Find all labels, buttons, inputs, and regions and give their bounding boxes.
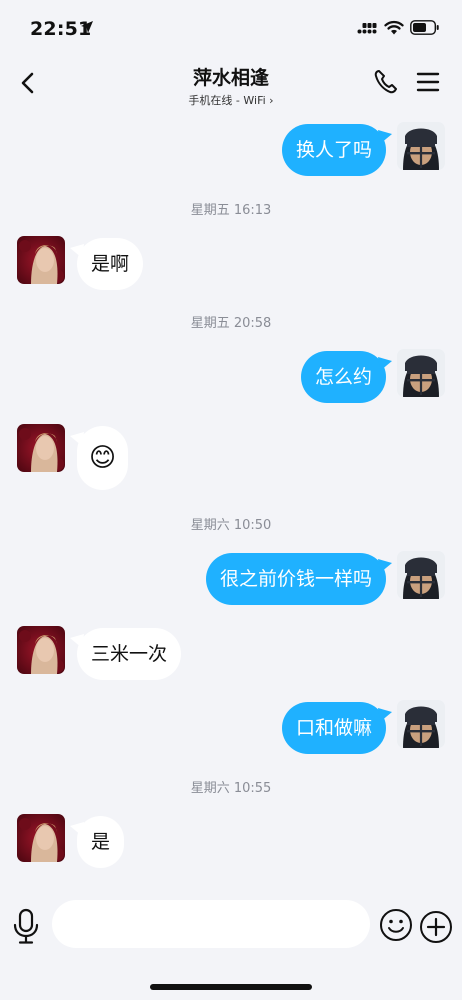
message-bubble-sent[interactable]: 口和做嘛 <box>281 702 386 754</box>
message-row: 怎么约 <box>0 347 462 405</box>
bubble-tail <box>378 130 392 144</box>
contact-avatar[interactable] <box>17 814 65 862</box>
message-bubble-received[interactable]: 是啊 <box>77 238 144 290</box>
timestamp: 星期六 10:55 <box>190 781 272 796</box>
contact-avatar[interactable] <box>17 236 65 284</box>
message-row: 换人了吗 <box>0 120 462 178</box>
timestamp: 星期五 16:13 <box>190 203 272 218</box>
message-bubble-sent[interactable]: 很之前价钱一样吗 <box>205 553 386 605</box>
message-row: 口和做嘛 <box>0 698 462 756</box>
message-bubble-sent[interactable]: 怎么约 <box>300 351 386 403</box>
message-row: 😊 <box>0 422 462 492</box>
my-avatar[interactable] <box>397 122 445 170</box>
my-avatar[interactable] <box>397 551 445 599</box>
wifi-icon <box>384 20 404 35</box>
bubble-tail <box>378 708 392 722</box>
signal-icon <box>357 23 377 34</box>
timestamp: 星期六 10:50 <box>190 518 272 533</box>
menu-icon[interactable] <box>414 68 442 96</box>
timestamp: 星期五 20:58 <box>190 316 272 331</box>
message-bubble-received[interactable]: 三米一次 <box>77 628 182 680</box>
home-indicator[interactable] <box>150 984 312 990</box>
status-bar: 22:51 <box>0 0 462 58</box>
contact-avatar[interactable] <box>17 626 65 674</box>
message-row: 很之前价钱一样吗 <box>0 549 462 607</box>
emoji-icon[interactable] <box>379 908 413 942</box>
bubble-tail <box>378 357 392 371</box>
conversation-header: 萍水相逢 手机在线 - WiFi › <box>0 58 462 114</box>
location-arrow-icon <box>81 21 93 33</box>
bubble-tail <box>378 559 392 573</box>
my-avatar[interactable] <box>397 700 445 748</box>
input-bar <box>0 890 462 960</box>
message-row: 三米一次 <box>0 624 462 682</box>
message-row: 是啊 <box>0 234 462 292</box>
smiling-face-emoji: 😊 <box>89 443 117 473</box>
my-avatar[interactable] <box>397 349 445 397</box>
message-row: 是 <box>0 812 462 870</box>
battery-icon <box>410 20 439 35</box>
message-input[interactable] <box>52 900 370 948</box>
mic-icon[interactable] <box>10 906 42 946</box>
message-bubble-received[interactable]: 是 <box>77 816 125 868</box>
emoji-message-bubble[interactable]: 😊 <box>77 426 129 490</box>
message-bubble-sent[interactable]: 换人了吗 <box>281 124 386 176</box>
plus-icon[interactable] <box>419 910 453 944</box>
contact-avatar[interactable] <box>17 424 65 472</box>
phone-icon[interactable] <box>372 67 400 97</box>
